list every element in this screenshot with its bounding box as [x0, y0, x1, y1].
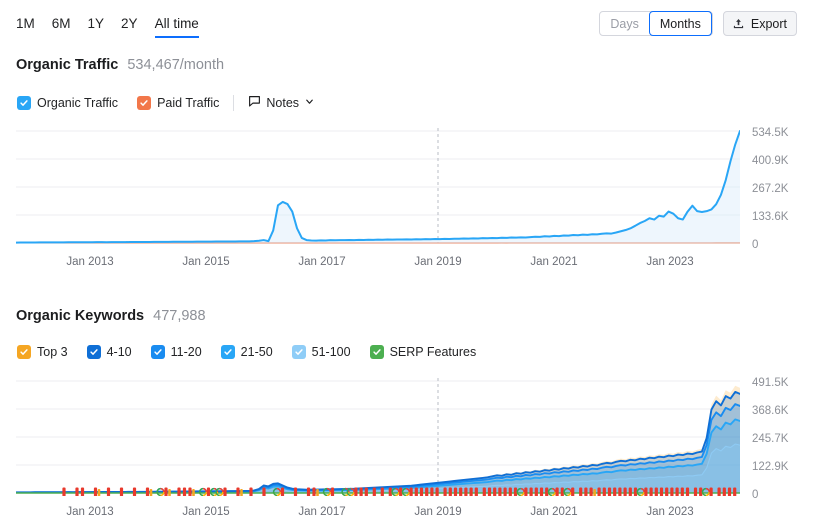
legend-label: 11-20 — [170, 345, 202, 359]
organic-keywords-title: Organic Keywords — [16, 308, 145, 324]
legend-label: 51-100 — [311, 345, 351, 359]
upload-icon — [732, 17, 745, 30]
x-tick-label: Jan 2013 — [66, 506, 114, 518]
legend-label: Paid Traffic — [157, 96, 220, 110]
legend-item-paid-traffic[interactable]: Paid Traffic — [137, 96, 219, 110]
keywords-legend: Top 3 4-10 11-20 21-50 51-100 SERP Features — [17, 345, 476, 359]
y-tick-label: 245.7K — [752, 433, 789, 445]
keywords-x-axis: Jan 2013 Jan 2015 Jan 2017 Jan 2019 Jan 2021… — [16, 506, 740, 520]
checkbox-icon[interactable] — [17, 96, 31, 110]
legend-label: SERP Features — [389, 345, 477, 359]
checkbox-icon[interactable] — [369, 345, 384, 359]
legend-label: 21-50 — [240, 345, 273, 359]
checkbox-icon[interactable] — [150, 345, 165, 359]
x-tick-label: Jan 2019 — [414, 256, 462, 268]
x-tick-label: Jan 2017 — [298, 256, 346, 268]
organic-traffic-value: 534,467/month — [127, 57, 225, 73]
granularity-months[interactable]: Months — [648, 11, 712, 36]
x-tick-label: Jan 2021 — [530, 506, 578, 518]
x-tick-label: Jan 2023 — [646, 256, 694, 268]
y-tick-label: 122.9K — [752, 461, 789, 473]
checkbox-icon[interactable] — [220, 345, 235, 359]
y-tick-label: 267.2K — [752, 183, 789, 195]
legend-item-organic-traffic[interactable]: Organic Traffic — [17, 96, 118, 110]
y-tick-label: 0 — [752, 489, 759, 501]
chevron-down-icon — [304, 96, 315, 110]
traffic-legend: Organic Traffic Paid Traffic Notes — [17, 95, 315, 111]
checkbox-icon[interactable] — [137, 96, 152, 110]
period-tabs: 1M 6M 1Y 2Y All time — [16, 16, 199, 38]
checkbox-icon[interactable] — [86, 345, 101, 359]
legend-item-21-50[interactable]: 21-50 — [220, 345, 273, 359]
legend-item-51-100[interactable]: 51-100 — [291, 345, 351, 359]
checkbox-icon[interactable] — [291, 345, 306, 359]
y-tick-label: 491.5K — [752, 377, 789, 389]
legend-divider — [233, 95, 235, 111]
notes-dropdown[interactable]: Notes — [248, 95, 315, 111]
y-tick-label: 400.9K — [752, 155, 789, 167]
traffic-y-axis: 534.5K 400.9K 267.2K 133.6K 0 — [752, 127, 812, 251]
x-tick-label: Jan 2017 — [298, 506, 346, 518]
x-tick-label: Jan 2013 — [66, 256, 114, 268]
export-button[interactable]: Export — [722, 11, 797, 36]
period-tab-6m[interactable]: 6M — [52, 16, 71, 36]
notes-label: Notes — [266, 96, 300, 110]
legend-label: Top 3 — [37, 345, 68, 359]
toolbar: 1M 6M 1Y 2Y All time Days Months Export — [0, 0, 813, 42]
checkbox-icon[interactable] — [17, 345, 31, 359]
organic-traffic-title: Organic Traffic — [16, 57, 119, 73]
legend-label: Organic Traffic — [37, 96, 119, 110]
granularity-days[interactable]: Days — [600, 12, 648, 35]
legend-item-top-3[interactable]: Top 3 — [17, 345, 68, 359]
period-tab-2y[interactable]: 2Y — [121, 16, 138, 36]
legend-item-11-20[interactable]: 11-20 — [150, 345, 202, 359]
x-tick-label: Jan 2023 — [646, 506, 694, 518]
export-label: Export — [750, 16, 787, 31]
note-icon — [248, 95, 261, 111]
y-tick-label: 0 — [752, 239, 759, 251]
granularity-toggle[interactable]: Days Months — [599, 11, 713, 36]
period-tab-1y[interactable]: 1Y — [88, 16, 105, 36]
period-tab-1m[interactable]: 1M — [16, 16, 35, 36]
legend-label: 4-10 — [106, 345, 132, 359]
organic-keywords-chart[interactable] — [16, 378, 740, 496]
organic-traffic-header: Organic Traffic 534,467/month — [16, 57, 224, 73]
x-tick-label: Jan 2015 — [182, 256, 230, 268]
keywords-y-axis: 491.5K 368.6K 245.7K 122.9K 0 — [752, 377, 812, 501]
y-tick-label: 133.6K — [752, 211, 789, 223]
toolbar-right-controls: Days Months Export — [599, 11, 797, 36]
x-tick-label: Jan 2019 — [414, 506, 462, 518]
organic-keywords-header: Organic Keywords 477,988 — [16, 308, 206, 324]
legend-item-serp-features[interactable]: SERP Features — [369, 345, 477, 359]
organic-keywords-value: 477,988 — [153, 308, 206, 324]
seo-analytics-page: 1M 6M 1Y 2Y All time Days Months Export Organ… — [0, 0, 813, 524]
legend-item-4-10[interactable]: 4-10 — [86, 345, 132, 359]
x-tick-label: Jan 2021 — [530, 256, 578, 268]
traffic-x-axis: Jan 2013 Jan 2015 Jan 2017 Jan 2019 Jan 2021… — [16, 256, 740, 270]
x-tick-label: Jan 2015 — [182, 506, 230, 518]
organic-traffic-chart[interactable] — [16, 128, 740, 246]
y-tick-label: 534.5K — [752, 127, 789, 139]
period-tab-all-time[interactable]: All time — [154, 16, 199, 38]
y-tick-label: 368.6K — [752, 405, 789, 417]
